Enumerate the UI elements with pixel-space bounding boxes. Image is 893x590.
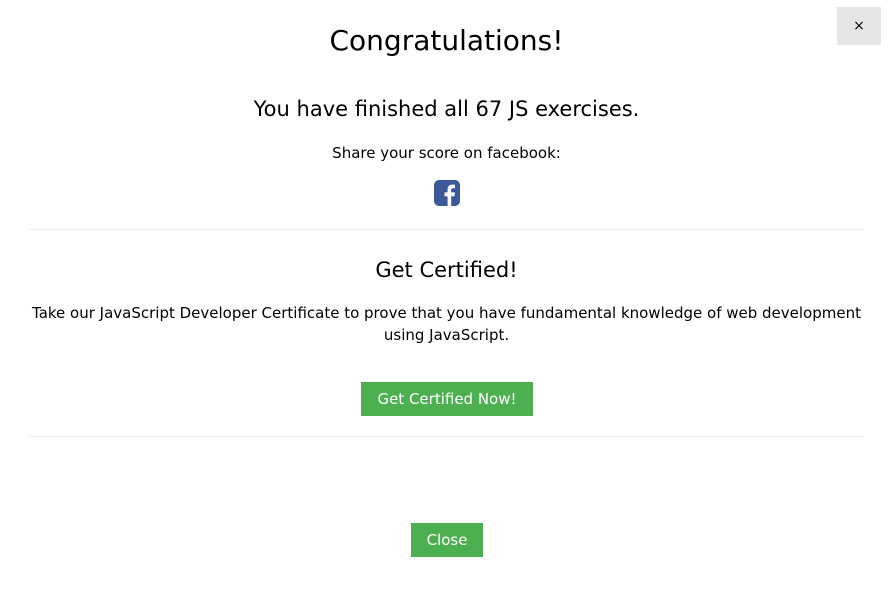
get-certified-label: Get Certified Now!: [377, 390, 517, 408]
divider: [29, 436, 864, 437]
finished-message: You have finished all 67 JS exercises.: [253, 97, 640, 121]
certificate-title: Get Certified!: [375, 258, 518, 282]
modal-title: Congratulations!: [329, 24, 564, 57]
close-button-label: Close: [426, 531, 468, 549]
congratulations-modal: × Congratulations! You have finished all…: [0, 0, 893, 590]
divider: [29, 229, 864, 230]
close-button[interactable]: Close: [411, 523, 483, 557]
certificate-description: Take our JavaScript Developer Certificat…: [32, 304, 861, 344]
share-prompt: Share your score on facebook:: [332, 144, 561, 162]
get-certified-button[interactable]: Get Certified Now!: [361, 382, 533, 416]
facebook-icon[interactable]: [434, 180, 460, 206]
